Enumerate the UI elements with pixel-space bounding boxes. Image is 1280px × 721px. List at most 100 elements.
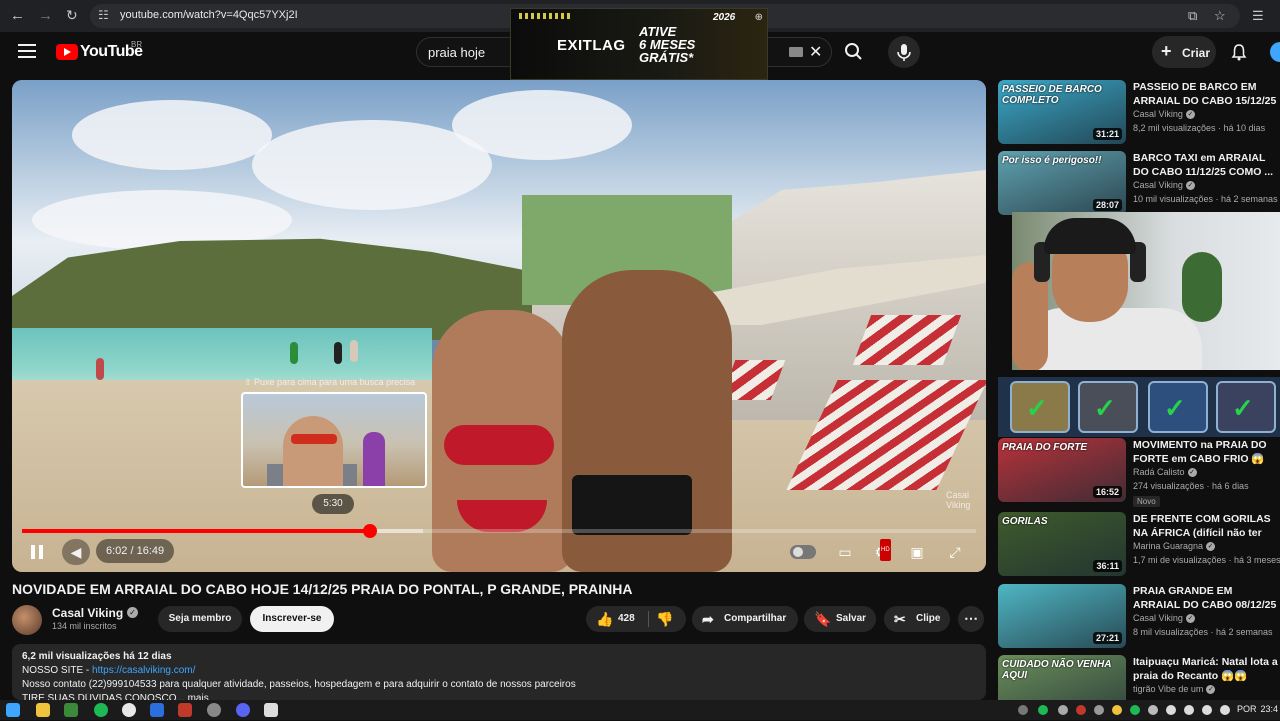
share-button[interactable]: ➦ Compartilhar: [692, 606, 798, 632]
channel-name[interactable]: Casal Viking: [52, 606, 123, 620]
tray-icon[interactable]: [1112, 705, 1122, 715]
tray-icon[interactable]: [1094, 705, 1104, 715]
clip-label: Clipe: [916, 613, 941, 624]
tray-icon[interactable]: [1166, 705, 1176, 715]
verified-check-icon: ✓: [1185, 614, 1195, 624]
tray-icon[interactable]: [1058, 705, 1068, 715]
forward-icon[interactable]: →: [38, 7, 53, 24]
create-button[interactable]: + Criar: [1152, 36, 1216, 68]
more-actions-icon[interactable]: ⋯: [958, 606, 984, 632]
recommendation-channel-row[interactable]: Marina Guaragna ✓: [1133, 541, 1216, 552]
back-icon[interactable]: ←: [10, 7, 25, 24]
app-icon[interactable]: [64, 703, 78, 717]
wifi-icon[interactable]: [1184, 705, 1194, 715]
recommendation-item[interactable]: GORILAS 36:11 DE FRENTE COM GORILAS NA ÁFR…: [998, 512, 1280, 578]
subscribe-button[interactable]: Inscrever-se: [250, 606, 334, 632]
miniplayer-icon[interactable]: ▣: [904, 541, 930, 563]
verified-check-icon: ✓: [1206, 685, 1216, 695]
recommendation-meta: 8 mil visualizações · há 2 semanas: [1133, 627, 1273, 637]
recommendation-thumbnail[interactable]: PRAIA DO FORTE 16:52: [998, 438, 1126, 502]
speaker-icon[interactable]: [1220, 705, 1230, 715]
notifications-bell-icon[interactable]: [1230, 43, 1248, 66]
windows-start-icon[interactable]: [6, 703, 20, 717]
bookmark-star-icon[interactable]: ☆: [1214, 8, 1226, 24]
video-player[interactable]: ⇧ Puxe para cima para uma busca precisa …: [12, 80, 986, 572]
hamburger-menu-icon[interactable]: [18, 44, 36, 58]
pause-button[interactable]: [24, 539, 50, 565]
recommendation-item[interactable]: PASSEIO DE BARCO COMPLETO 31:21 PASSEIO DE…: [998, 80, 1280, 146]
progress-bar[interactable]: [22, 524, 976, 538]
site-link[interactable]: https://casalviking.com/: [92, 665, 195, 676]
spotify-icon[interactable]: [94, 703, 108, 717]
keyboard-language[interactable]: POR: [1237, 704, 1257, 714]
achievements-overlay: ✓ ✓ ✓ ✓: [998, 377, 1280, 437]
system-clock[interactable]: 23:4: [1260, 704, 1278, 714]
like-count[interactable]: 428: [618, 606, 635, 632]
recommendation-thumbnail[interactable]: PASSEIO DE BARCO COMPLETO 31:21: [998, 80, 1126, 144]
fullscreen-icon[interactable]: ⤢: [942, 541, 968, 563]
app-icon[interactable]: [150, 703, 164, 717]
app-icon[interactable]: [264, 703, 278, 717]
clear-search-icon[interactable]: ✕: [809, 42, 822, 62]
channel-avatar[interactable]: [12, 605, 42, 635]
recommendation-thumbnail[interactable]: Por isso é perigoso!! 28:07: [998, 151, 1126, 215]
voice-search-button[interactable]: [888, 36, 920, 68]
tray-icon[interactable]: [1076, 705, 1086, 715]
recommendation-title[interactable]: Itaipuaçu Maricá: Natal lota a praia do …: [1133, 655, 1279, 683]
recommendation-channel-row[interactable]: Radá Calisto ✓: [1133, 467, 1197, 478]
recommendation-item[interactable]: PRAIA DO FORTE 16:52 MOVIMENTO na PRAIA DO…: [998, 438, 1280, 507]
site-info-icon[interactable]: ☷: [98, 8, 109, 22]
reload-icon[interactable]: ↻: [66, 7, 78, 24]
recommendation-channel: Marina Guaragna: [1133, 541, 1204, 551]
app-icon[interactable]: [178, 703, 192, 717]
chrome-icon[interactable]: [122, 703, 136, 717]
obs-icon[interactable]: [207, 703, 221, 717]
video-title: NOVIDADE EM ARRAIAL DO CABO HOJE 14/12/2…: [12, 581, 633, 597]
verified-check-icon: ✓: [127, 607, 138, 618]
search-button[interactable]: [836, 37, 870, 67]
reading-list-icon[interactable]: ☰: [1252, 8, 1264, 24]
subtitles-icon[interactable]: ▭: [832, 541, 858, 563]
tray-icon[interactable]: [1018, 705, 1028, 715]
recommendation-thumbnail[interactable]: GORILAS 36:11: [998, 512, 1126, 576]
thumbs-up-icon[interactable]: 👍: [596, 606, 613, 632]
recommendation-channel-row[interactable]: Casal Viking ✓: [1133, 180, 1195, 191]
tray-icon[interactable]: [1148, 705, 1158, 715]
exitlag-ad-banner[interactable]: 2026 ⊕ EXITLAG ATIVE 6 MESES GRÁTIS*: [510, 8, 768, 80]
save-button[interactable]: 🔖 Salvar: [804, 606, 876, 632]
recommendation-thumbnail[interactable]: 27:21: [998, 584, 1126, 648]
hd-badge-icon: HD: [880, 539, 891, 561]
volume-icon[interactable]: ◀: [62, 539, 90, 565]
cast-icon[interactable]: ⧉: [1188, 8, 1197, 24]
tray-icon[interactable]: [1038, 705, 1048, 715]
discord-icon[interactable]: [236, 703, 250, 717]
recommendation-item[interactable]: 27:21 PRAIA GRANDE EM ARRAIAL DO CABO 08/…: [998, 584, 1280, 650]
recommendation-item[interactable]: Por isso é perigoso!! 28:07 BARCO TAXI em …: [998, 151, 1280, 217]
keyboard-icon[interactable]: [789, 47, 803, 57]
description-box[interactable]: 6,2 mil visualizações há 12 dias NOSSO S…: [12, 644, 986, 700]
recommendation-title[interactable]: BARCO TAXI em ARRAIAL DO CABO 11/12/25 C…: [1133, 151, 1279, 179]
tray-icon[interactable]: [1130, 705, 1140, 715]
recommendation-title[interactable]: PRAIA GRANDE EM ARRAIAL DO CABO 08/12/25: [1133, 584, 1279, 612]
black-cap: [1044, 218, 1136, 254]
recommendation-channel-row[interactable]: Casal Viking ✓: [1133, 613, 1195, 624]
account-avatar[interactable]: [1270, 42, 1280, 62]
recommendation-title[interactable]: PASSEIO DE BARCO EM ARRAIAL DO CABO 15/1…: [1133, 80, 1279, 108]
ad-close-icon[interactable]: ⊕: [755, 12, 763, 23]
clip-button[interactable]: ✂ Clipe: [884, 606, 950, 632]
thumbs-down-icon[interactable]: 👎: [656, 606, 673, 632]
recommendation-channel-row[interactable]: Casal Viking ✓: [1133, 109, 1195, 120]
autoplay-toggle[interactable]: [790, 545, 816, 559]
verified-check-icon: ✓: [1206, 542, 1216, 552]
file-explorer-icon[interactable]: [36, 703, 50, 717]
settings-gear-icon[interactable]: ⚙HD: [868, 539, 894, 563]
new-badge: Novo: [1133, 496, 1160, 507]
show-more-link[interactable]: TIRE SUAS DÚVIDAS CONOSCO... mais: [22, 693, 209, 700]
recommendation-channel-row[interactable]: tigrão Vibe de um ✓: [1133, 684, 1216, 695]
tank-top: [1022, 308, 1202, 370]
site-prefix: NOSSO SITE -: [22, 665, 93, 676]
battery-icon[interactable]: [1202, 705, 1212, 715]
recommendation-title[interactable]: DE FRENTE COM GORILAS NA ÁFRICA (difícil…: [1133, 512, 1279, 540]
join-member-button[interactable]: Seja membro: [158, 606, 242, 632]
recommendation-title[interactable]: MOVIMENTO na PRAIA DO FORTE em CABO FRIO…: [1133, 438, 1279, 466]
